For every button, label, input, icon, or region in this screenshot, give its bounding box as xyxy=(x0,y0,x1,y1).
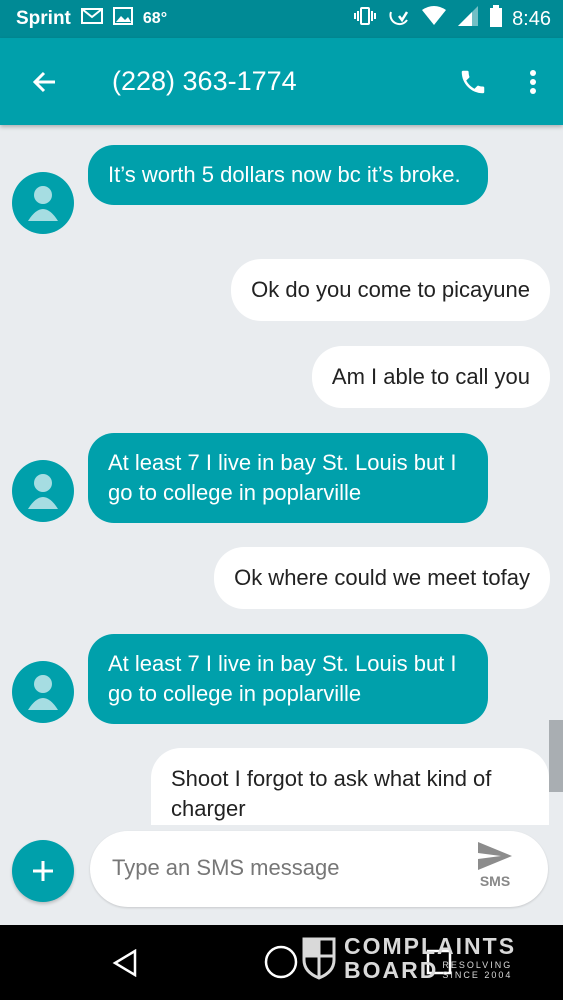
rotate-icon xyxy=(388,6,410,32)
back-button[interactable] xyxy=(0,69,88,95)
contact-avatar-icon[interactable] xyxy=(12,661,74,723)
signal-icon xyxy=(458,6,479,32)
contact-avatar-icon[interactable] xyxy=(12,172,74,234)
nav-back-button[interactable] xyxy=(112,948,138,982)
call-button[interactable] xyxy=(443,67,503,97)
clock: 8:46 xyxy=(512,7,551,30)
incoming-message[interactable]: At least 7 I live in bay St. Louis but I… xyxy=(88,433,488,523)
nav-back-icon xyxy=(112,948,137,978)
battery-icon xyxy=(490,5,503,33)
send-icon xyxy=(478,842,512,870)
phone-icon xyxy=(461,70,485,93)
carrier-name: Sprint xyxy=(16,8,71,29)
incoming-message[interactable]: At least 7 I live in bay St. Louis but I… xyxy=(88,634,488,724)
vibrate-icon xyxy=(354,6,377,32)
sms-input-placeholder: Type an SMS message xyxy=(112,855,340,880)
watermark-line1: COMPLAINTS xyxy=(344,933,517,959)
shield-logo-icon xyxy=(302,937,336,980)
more-vert-icon xyxy=(530,69,536,94)
contact-title: (228) 363-1774 xyxy=(112,66,297,96)
contact-avatar-icon[interactable] xyxy=(12,460,74,522)
watermark-tagline2: SINCE 2004 xyxy=(442,970,513,980)
overflow-menu-button[interactable] xyxy=(503,69,563,95)
temperature: 68° xyxy=(142,10,168,27)
message-thread[interactable]: It’s worth 5 dollars now bc it’s broke. … xyxy=(0,125,563,825)
nav-home-icon xyxy=(264,945,298,979)
back-arrow-icon xyxy=(32,71,55,92)
incoming-message[interactable]: It’s worth 5 dollars now bc it’s broke. xyxy=(88,145,488,205)
attach-button[interactable] xyxy=(12,840,74,902)
plus-icon xyxy=(33,861,53,881)
sms-input[interactable]: Type an SMS message SMS xyxy=(90,831,548,907)
watermark-tagline1: RESOLVING xyxy=(442,960,513,970)
compose-bar: Type an SMS message SMS xyxy=(0,825,563,925)
watermark-line2: BOARD xyxy=(344,957,439,983)
complaintsboard-watermark: COMPLAINTS BOARD RESOLVING SINCE 2004 xyxy=(302,934,516,982)
gmail-icon xyxy=(80,8,103,30)
outgoing-message[interactable]: Am I able to call you xyxy=(311,346,550,408)
conversation-app-bar: (228) 363-1774 xyxy=(0,38,563,125)
gallery-icon xyxy=(112,7,133,31)
send-button[interactable]: SMS xyxy=(470,841,520,889)
wifi-icon xyxy=(422,6,447,32)
scrollbar[interactable] xyxy=(549,720,563,792)
nav-home-button[interactable] xyxy=(264,945,298,984)
send-label: SMS xyxy=(479,873,511,889)
outgoing-message[interactable]: Shoot I forgot to ask what kind of charg… xyxy=(151,748,549,825)
status-bar: Sprint 68° 8:46 xyxy=(0,0,563,38)
outgoing-message[interactable]: Ok where could we meet tofay xyxy=(214,547,550,609)
outgoing-message[interactable]: Ok do you come to picayune xyxy=(231,259,550,321)
